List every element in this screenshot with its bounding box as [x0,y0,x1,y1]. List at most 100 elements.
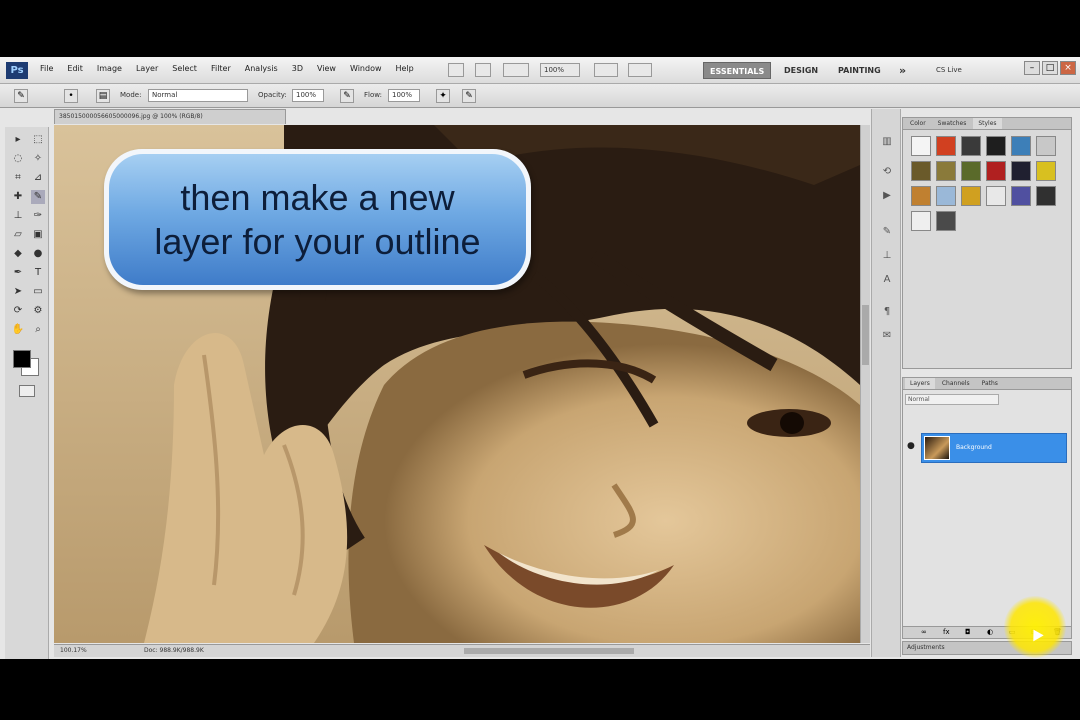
menu-help[interactable]: Help [396,64,414,73]
pressure-opacity-icon[interactable]: ✎ [340,89,354,103]
style-swatch[interactable] [986,161,1006,181]
opacity-field[interactable]: 100% [292,89,324,102]
eyedropper-tool-icon[interactable]: ⊿ [31,171,45,185]
gradient-tool-icon[interactable]: ▣ [31,228,45,242]
style-swatch[interactable] [1036,161,1056,181]
history-icon[interactable]: ⟲ [880,165,894,179]
workspace-painting[interactable]: PAINTING [832,62,887,79]
style-swatch[interactable] [1036,136,1056,156]
brush-panel-icon[interactable]: ▤ [96,89,110,103]
clone-source-icon[interactable]: ⊥ [880,249,894,263]
actions-icon[interactable]: ▶ [880,189,894,203]
screen-mode-icon[interactable] [628,63,652,77]
quick-select-tool-icon[interactable]: ✧ [31,152,45,166]
move-tool-icon[interactable]: ▸ [11,133,25,147]
3d-camera-tool-icon[interactable]: ⚙ [31,304,45,318]
menu-image[interactable]: Image [97,64,122,73]
zoom-tool-icon[interactable]: ⌕ [31,323,45,337]
style-swatch[interactable] [936,136,956,156]
clone-stamp-tool-icon[interactable]: ⊥ [11,209,25,223]
layer-mask-icon[interactable]: ◘ [965,628,971,636]
style-swatch[interactable] [1011,161,1031,181]
bridge-icon[interactable] [448,63,464,77]
marquee-tool-icon[interactable]: ⬚ [31,133,45,147]
eraser-tool-icon[interactable]: ▱ [11,228,25,242]
tab-channels[interactable]: Channels [937,378,975,389]
tab-paths[interactable]: Paths [977,378,1003,389]
zoom-level-dropdown[interactable]: 100% [540,63,580,77]
blend-mode-dropdown[interactable]: Normal [905,394,999,405]
type-tool-icon[interactable]: T [31,266,45,280]
airbrush-icon[interactable]: ✦ [436,89,450,103]
tab-styles[interactable]: Styles [973,118,1002,129]
style-swatch[interactable] [1011,186,1031,206]
layer-style-icon[interactable]: fx [943,628,950,636]
style-swatch[interactable] [936,186,956,206]
history-brush-tool-icon[interactable]: ✑ [31,209,45,223]
tab-layers[interactable]: Layers [905,378,935,389]
path-select-tool-icon[interactable]: ➤ [11,285,25,299]
vertical-scrollbar[interactable] [860,125,870,643]
eye-icon[interactable]: ● [907,441,915,451]
zoom-status[interactable]: 100.17% [60,645,87,657]
minimize-icon[interactable]: – [1024,61,1040,75]
menu-window[interactable]: Window [350,64,382,73]
menu-layer[interactable]: Layer [136,64,158,73]
mode-dropdown[interactable]: Normal [148,89,248,102]
menu-view[interactable]: View [317,64,336,73]
style-swatch[interactable] [911,211,931,231]
style-swatch[interactable] [911,161,931,181]
notes-icon[interactable]: ✉ [880,329,894,343]
style-swatch[interactable] [1011,136,1031,156]
style-swatch[interactable] [986,136,1006,156]
crop-tool-icon[interactable]: ⌗ [11,171,25,185]
healing-brush-tool-icon[interactable]: ✚ [11,190,25,204]
maximize-icon[interactable]: □ [1042,61,1058,75]
style-swatch[interactable] [986,186,1006,206]
foreground-color-swatch-top[interactable] [13,350,31,368]
brush-tool-icon[interactable]: ✎ [31,190,45,204]
3d-rotate-tool-icon[interactable]: ⟳ [11,304,25,318]
menu-select[interactable]: Select [172,64,197,73]
layer-row[interactable]: Background [921,433,1067,463]
style-swatch[interactable] [961,186,981,206]
style-swatch[interactable] [961,136,981,156]
close-icon[interactable]: × [1060,61,1076,75]
workspace-design[interactable]: DESIGN [778,62,824,79]
style-swatch[interactable] [936,161,956,181]
brush-presets-icon[interactable]: ✎ [880,225,894,239]
more-workspaces-chevron-icon[interactable]: » [893,62,912,79]
menu-edit[interactable]: Edit [67,64,83,73]
histogram-icon[interactable]: ▥ [880,135,894,149]
dodge-tool-icon[interactable]: ● [31,247,45,261]
brush-size-icon[interactable]: • [64,89,78,103]
arrange-documents-icon[interactable] [594,63,618,77]
style-swatch[interactable] [911,136,931,156]
menu-file[interactable]: File [40,64,53,73]
flow-field[interactable]: 100% [388,89,420,102]
menu-analysis[interactable]: Analysis [245,64,278,73]
style-swatch[interactable] [961,161,981,181]
menu-3d[interactable]: 3D [292,64,303,73]
character-icon[interactable]: A [880,273,894,287]
blur-tool-icon[interactable]: ◆ [11,247,25,261]
shape-tool-icon[interactable]: ▭ [31,285,45,299]
pressure-size-icon[interactable]: ✎ [462,89,476,103]
cs-live-button[interactable]: CS Live [930,62,968,79]
paragraph-icon[interactable]: ¶ [880,305,894,319]
document-tab[interactable]: 385015000056605000096.jpg @ 100% (RGB/8) [54,109,286,124]
style-swatch[interactable] [1036,186,1056,206]
style-swatch[interactable] [936,211,956,231]
tab-color[interactable]: Color [905,118,931,129]
lasso-tool-icon[interactable]: ◌ [11,152,25,166]
tab-swatches[interactable]: Swatches [933,118,972,129]
hand-tool-icon[interactable]: ✋ [11,323,25,337]
style-swatch[interactable] [911,186,931,206]
horizontal-scrollbar[interactable] [464,648,634,654]
minibridge-icon[interactable] [475,63,491,77]
menu-filter[interactable]: Filter [211,64,231,73]
view-extras-dropdown[interactable] [503,63,529,77]
brush-tool-preset-icon[interactable]: ✎ [14,89,28,103]
quick-mask-icon[interactable] [19,385,35,397]
scrollbar-thumb[interactable] [862,305,869,365]
